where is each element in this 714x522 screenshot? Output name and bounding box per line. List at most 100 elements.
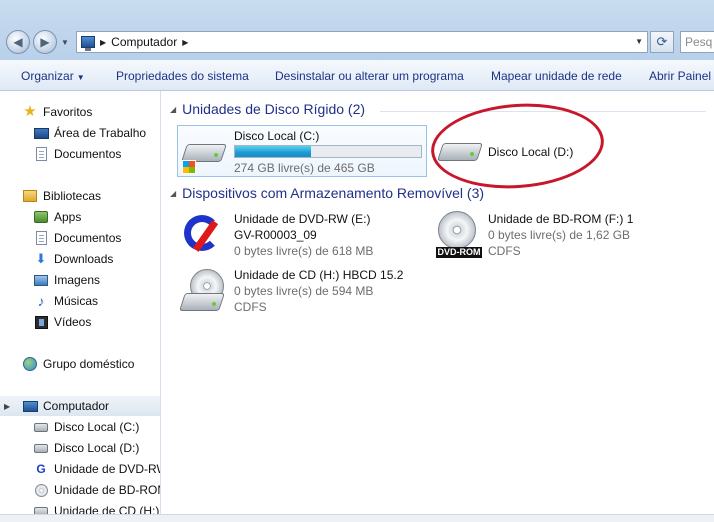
sidebar-item-favorites[interactable]: ★ Favoritos <box>22 102 92 122</box>
group-header-hdd[interactable]: ◢ Unidades de Disco Rígido (2) <box>170 101 365 117</box>
drive-name: Unidade de CD (H:) HBCD 15.2 <box>234 268 404 282</box>
drive-name: Unidade de DVD-RW (E:) <box>234 212 371 226</box>
music-icon: ♪ <box>37 293 45 309</box>
film-icon <box>33 314 49 330</box>
library-icon <box>22 188 38 204</box>
drive-tile-cd-h[interactable]: Unidade de CD (H:) HBCD 15.2 0 bytes liv… <box>178 265 418 317</box>
drive-usage-bar <box>234 145 422 158</box>
sidebar-item-lib-documents[interactable]: Documentos <box>33 228 121 248</box>
sidebar-item-label: Disco Local (C:) <box>54 420 140 434</box>
image-icon <box>33 272 49 288</box>
breadcrumb-separator-icon[interactable]: ▶ <box>182 38 188 47</box>
drive-usage-fill <box>235 146 312 157</box>
sidebar-item-apps[interactable]: Apps <box>33 207 81 227</box>
refresh-icon: ⟳ <box>656 34 668 49</box>
drive-free-space: 0 bytes livre(s) de 1,62 GB <box>488 228 631 242</box>
drive-free-space: 0 bytes livre(s) de 594 MB <box>234 284 374 298</box>
group-title: Unidades de Disco Rígido (2) <box>182 101 366 117</box>
refresh-button[interactable]: ⟳ <box>650 31 674 53</box>
sidebar-item-desktop[interactable]: Área de Trabalho <box>33 123 146 143</box>
sidebar-item-label: Apps <box>54 210 82 224</box>
recent-pages-dropdown-icon[interactable]: ▼ <box>61 38 69 47</box>
sidebar-item-label: Grupo doméstico <box>43 357 135 371</box>
sidebar-item-documents[interactable]: Documentos <box>33 144 121 164</box>
drive-name: Disco Local (C:) <box>234 129 320 143</box>
sidebar-item-label: Downloads <box>54 252 114 266</box>
sidebar-item-libraries[interactable]: Bibliotecas <box>22 186 101 206</box>
address-bar[interactable]: ▶ Computador ▶ ▼ <box>76 31 648 53</box>
sidebar-item-label: Músicas <box>54 294 99 308</box>
gv-logo-icon: G <box>36 462 46 476</box>
apps-icon <box>33 209 49 225</box>
sidebar-item-label: Documentos <box>54 147 122 161</box>
sidebar-item-label: Computador <box>43 399 110 413</box>
disc-icon <box>33 482 49 498</box>
sidebar-item-bd-rom[interactable]: Unidade de BD-ROM <box>33 480 161 500</box>
download-icon: ⬇ <box>35 251 47 266</box>
navigation-pane: ★ Favoritos Área de Trabalho Documentos … <box>0 91 161 522</box>
organize-button[interactable]: Organizar ▼ <box>21 69 85 83</box>
sidebar-item-label: Imagens <box>54 273 101 287</box>
group-header-removable[interactable]: ◢ Dispositivos com Armazenamento Removív… <box>170 185 484 201</box>
uninstall-program-button[interactable]: Desinstalar ou alterar um programa <box>275 69 464 83</box>
sidebar-item-dvd-rw[interactable]: G Unidade de DVD-RW <box>33 459 161 479</box>
drive-tile-bd-rom[interactable]: DVD-ROM Unidade de BD-ROM (F:) 1 0 bytes… <box>432 209 682 261</box>
sidebar-item-computer[interactable]: ▶ Computador <box>0 396 160 416</box>
sidebar-item-drive-c[interactable]: Disco Local (C:) <box>33 417 139 437</box>
title-bar: ◀ ▶ ▼ ▶ Computador ▶ ▼ ⟳ Pesq <box>0 0 714 60</box>
collapse-triangle-icon[interactable]: ◢ <box>170 105 176 114</box>
group-title: Dispositivos com Armazenamento Removível… <box>182 185 485 201</box>
sidebar-item-label: Documentos <box>54 231 122 245</box>
sidebar-item-videos[interactable]: Vídeos <box>33 312 91 332</box>
sidebar-item-label: Disco Local (D:) <box>54 441 140 455</box>
dvd-rom-badge: DVD-ROM <box>436 247 482 258</box>
document-icon <box>33 146 49 162</box>
sidebar-item-drive-d[interactable]: Disco Local (D:) <box>33 438 139 458</box>
sidebar-item-label: Unidade de DVD-RW <box>54 462 161 476</box>
computer-icon <box>22 398 38 414</box>
back-button[interactable]: ◀ <box>6 30 30 54</box>
open-control-panel-button[interactable]: Abrir Painel <box>649 69 711 83</box>
drive-tile-dvd-rw[interactable]: Unidade de DVD-RW (E:) GV-R00003_09 0 by… <box>178 209 418 261</box>
desktop-icon <box>33 125 49 141</box>
breadcrumb-separator-icon[interactable]: ▶ <box>100 38 106 47</box>
sidebar-item-images[interactable]: Imagens <box>33 270 100 290</box>
sidebar-item-label: Bibliotecas <box>43 189 102 203</box>
expand-arrow-icon[interactable]: ▶ <box>4 402 10 411</box>
hard-drive-icon <box>33 419 49 435</box>
cd-drive-icon <box>179 287 225 313</box>
address-dropdown-icon[interactable]: ▼ <box>635 37 643 46</box>
sidebar-item-music[interactable]: ♪ Músicas <box>33 291 99 311</box>
document-icon <box>33 230 49 246</box>
organize-label: Organizar <box>21 69 74 83</box>
sidebar-item-downloads[interactable]: ⬇ Downloads <box>33 249 114 269</box>
breadcrumb-computer[interactable]: Computador <box>111 35 177 49</box>
command-bar: Organizar ▼ Propriedades do sistema Desin… <box>0 60 714 91</box>
sidebar-item-label: Área de Trabalho <box>54 126 147 140</box>
star-icon: ★ <box>23 103 37 120</box>
computer-icon <box>81 36 95 51</box>
sidebar-item-label: Favoritos <box>43 105 93 119</box>
collapse-triangle-icon[interactable]: ◢ <box>170 189 176 198</box>
arrow-left-icon: ◀ <box>13 35 23 49</box>
drive-name: Unidade de BD-ROM (F:) 1 <box>488 212 634 226</box>
drive-free-space: 274 GB livre(s) de 465 GB <box>234 161 375 175</box>
horizontal-scrollbar[interactable] <box>0 514 714 522</box>
arrow-right-icon: ▶ <box>40 35 50 49</box>
drive-filesystem: CDFS <box>488 244 521 258</box>
disc-icon <box>438 211 476 249</box>
homegroup-icon <box>22 356 38 372</box>
map-network-drive-button[interactable]: Mapear unidade de rede <box>491 69 622 83</box>
forward-button[interactable]: ▶ <box>33 30 57 54</box>
drive-free-space: 0 bytes livre(s) de 618 MB <box>234 244 374 258</box>
drive-tile-c[interactable]: Disco Local (C:) 274 GB livre(s) de 465 … <box>177 125 427 177</box>
sidebar-item-label: Vídeos <box>54 315 92 329</box>
chevron-down-icon: ▼ <box>76 73 85 82</box>
drive-volume-label: GV-R00003_09 <box>234 228 317 242</box>
drive-filesystem: CDFS <box>234 300 267 314</box>
hard-drive-icon <box>33 440 49 456</box>
sidebar-item-label: Unidade de BD-ROM <box>54 483 161 497</box>
sidebar-item-homegroup[interactable]: Grupo doméstico <box>22 354 134 374</box>
search-input[interactable]: Pesq <box>680 31 714 53</box>
system-properties-button[interactable]: Propriedades do sistema <box>116 69 249 83</box>
